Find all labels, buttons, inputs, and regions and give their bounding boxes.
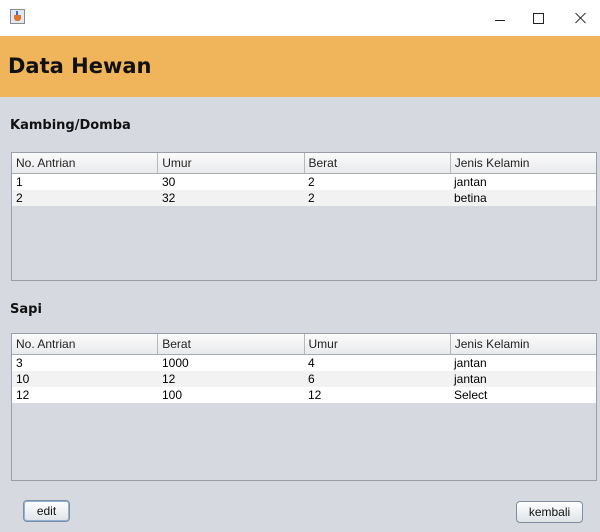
- header-band: Data Hewan: [0, 36, 600, 97]
- close-icon: [575, 12, 587, 24]
- table-row[interactable]: 10 12 6 jantan: [12, 371, 596, 387]
- table-cell[interactable]: 2: [304, 174, 450, 190]
- column-header-umur[interactable]: Umur: [158, 153, 305, 173]
- table-cell[interactable]: 30: [158, 174, 304, 190]
- table-cell[interactable]: betina: [450, 190, 596, 206]
- kambing-table-header: No. Antrian Umur Berat Jenis Kelamin: [12, 153, 596, 174]
- table-cell[interactable]: 2: [12, 190, 158, 206]
- table-cell[interactable]: jantan: [450, 371, 596, 387]
- table-cell[interactable]: 1000: [158, 355, 304, 371]
- table-row[interactable]: 1 30 2 jantan: [12, 174, 596, 190]
- sapi-section-label: Sapi: [10, 302, 42, 317]
- table-row[interactable]: 12 100 12 Select: [12, 387, 596, 403]
- window-content: Data Hewan Kambing/Domba No. Antrian Umu…: [0, 36, 600, 532]
- table-cell[interactable]: 100: [158, 387, 304, 403]
- close-button[interactable]: [562, 0, 600, 36]
- table-cell[interactable]: 12: [158, 371, 304, 387]
- column-header-no-antrian[interactable]: No. Antrian: [12, 334, 159, 354]
- table-cell[interactable]: 10: [12, 371, 158, 387]
- table-row[interactable]: 3 1000 4 jantan: [12, 355, 596, 371]
- kambing-table[interactable]: No. Antrian Umur Berat Jenis Kelamin 1 3…: [11, 152, 597, 281]
- table-cell[interactable]: 32: [158, 190, 304, 206]
- column-header-berat[interactable]: Berat: [305, 153, 451, 173]
- column-header-jenis-kelamin[interactable]: Jenis Kelamin: [451, 334, 596, 354]
- table-cell[interactable]: 6: [304, 371, 450, 387]
- minimize-button[interactable]: [481, 0, 519, 36]
- kembali-button[interactable]: kembali: [516, 501, 583, 523]
- table-cell[interactable]: 4: [304, 355, 450, 371]
- maximize-icon: [532, 12, 544, 24]
- java-cup-icon: [10, 9, 25, 24]
- page-title: Data Hewan: [8, 54, 152, 78]
- title-bar: [0, 0, 600, 36]
- column-header-umur[interactable]: Umur: [305, 334, 451, 354]
- table-cell[interactable]: 12: [12, 387, 158, 403]
- maximize-button[interactable]: [519, 0, 557, 36]
- column-header-jenis-kelamin[interactable]: Jenis Kelamin: [451, 153, 596, 173]
- kambing-section-label: Kambing/Domba: [10, 118, 131, 133]
- table-cell[interactable]: 12: [304, 387, 450, 403]
- sapi-table[interactable]: No. Antrian Berat Umur Jenis Kelamin 3 1…: [11, 333, 597, 481]
- table-cell[interactable]: 3: [12, 355, 158, 371]
- column-header-no-antrian[interactable]: No. Antrian: [12, 153, 159, 173]
- minimize-icon: [495, 19, 505, 21]
- table-cell[interactable]: jantan: [450, 355, 596, 371]
- sapi-table-header: No. Antrian Berat Umur Jenis Kelamin: [12, 334, 596, 355]
- table-cell[interactable]: 2: [304, 190, 450, 206]
- table-cell[interactable]: jantan: [450, 174, 596, 190]
- table-cell[interactable]: 1: [12, 174, 158, 190]
- column-header-berat[interactable]: Berat: [158, 334, 305, 354]
- edit-button[interactable]: edit: [23, 500, 70, 522]
- table-cell[interactable]: Select: [450, 387, 596, 403]
- table-row[interactable]: 2 32 2 betina: [12, 190, 596, 206]
